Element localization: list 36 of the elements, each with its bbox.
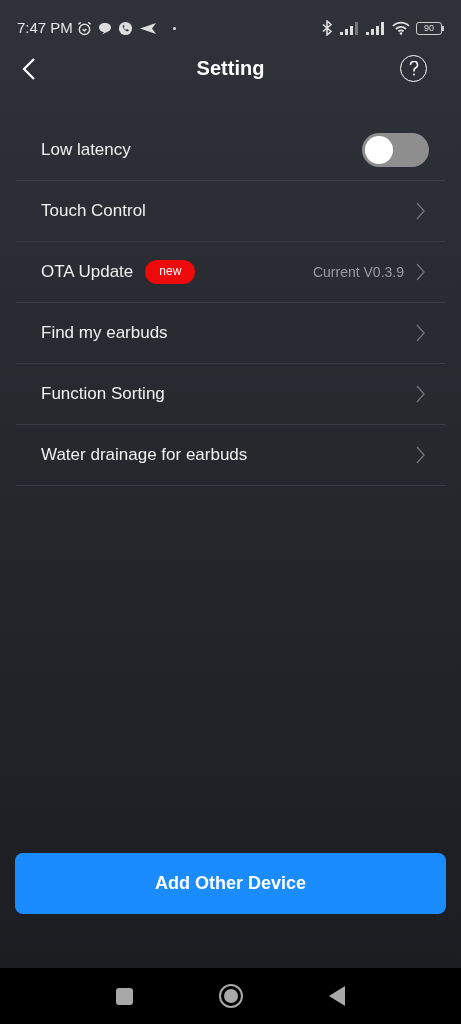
page-title: Setting <box>196 56 265 81</box>
setting-label: OTA Update <box>41 261 134 284</box>
setting-row[interactable]: OTA Update new Current V0.3.9 <box>16 242 445 303</box>
phone-bubble-icon <box>117 20 133 36</box>
setting-label: Touch Control <box>41 200 146 223</box>
chat-bubble-icon <box>97 21 112 35</box>
back-icon <box>22 57 36 81</box>
chevron-right-icon <box>416 263 425 281</box>
back-nav-button[interactable] <box>329 986 345 1006</box>
setting-row[interactable]: Water drainage for earbuds <box>16 425 445 486</box>
version-text: Current V0.3.9 <box>312 262 404 282</box>
home-button[interactable] <box>219 984 243 1008</box>
send-icon <box>138 21 157 35</box>
wifi-icon <box>392 21 410 35</box>
chevron-right-icon <box>416 385 425 403</box>
new-badge: new <box>145 260 196 284</box>
question-mark-icon <box>408 61 419 76</box>
chevron-right-icon <box>416 202 425 220</box>
bluetooth-icon <box>320 20 334 36</box>
alarm-icon <box>76 20 92 36</box>
status-time: 7:47 PM <box>17 17 73 38</box>
recent-apps-button[interactable] <box>116 987 133 1005</box>
setting-label: Low latency <box>41 139 131 162</box>
setting-label: Function Sorting <box>41 383 165 406</box>
signal-icon <box>340 21 360 35</box>
chevron-right-icon <box>416 324 425 342</box>
signal-icon <box>366 21 386 35</box>
setting-label: Water drainage for earbuds <box>41 444 248 467</box>
setting-row[interactable]: Touch Control <box>16 181 445 242</box>
chevron-right-icon <box>416 446 425 464</box>
setting-label: Find my earbuds <box>41 322 168 345</box>
toggle-switch[interactable] <box>362 133 429 167</box>
battery-icon: 90 <box>416 21 444 35</box>
setting-row[interactable]: Find my earbuds <box>16 303 445 364</box>
setting-row[interactable]: Function Sorting <box>16 364 445 425</box>
setting-row[interactable]: Low latency <box>16 120 445 181</box>
